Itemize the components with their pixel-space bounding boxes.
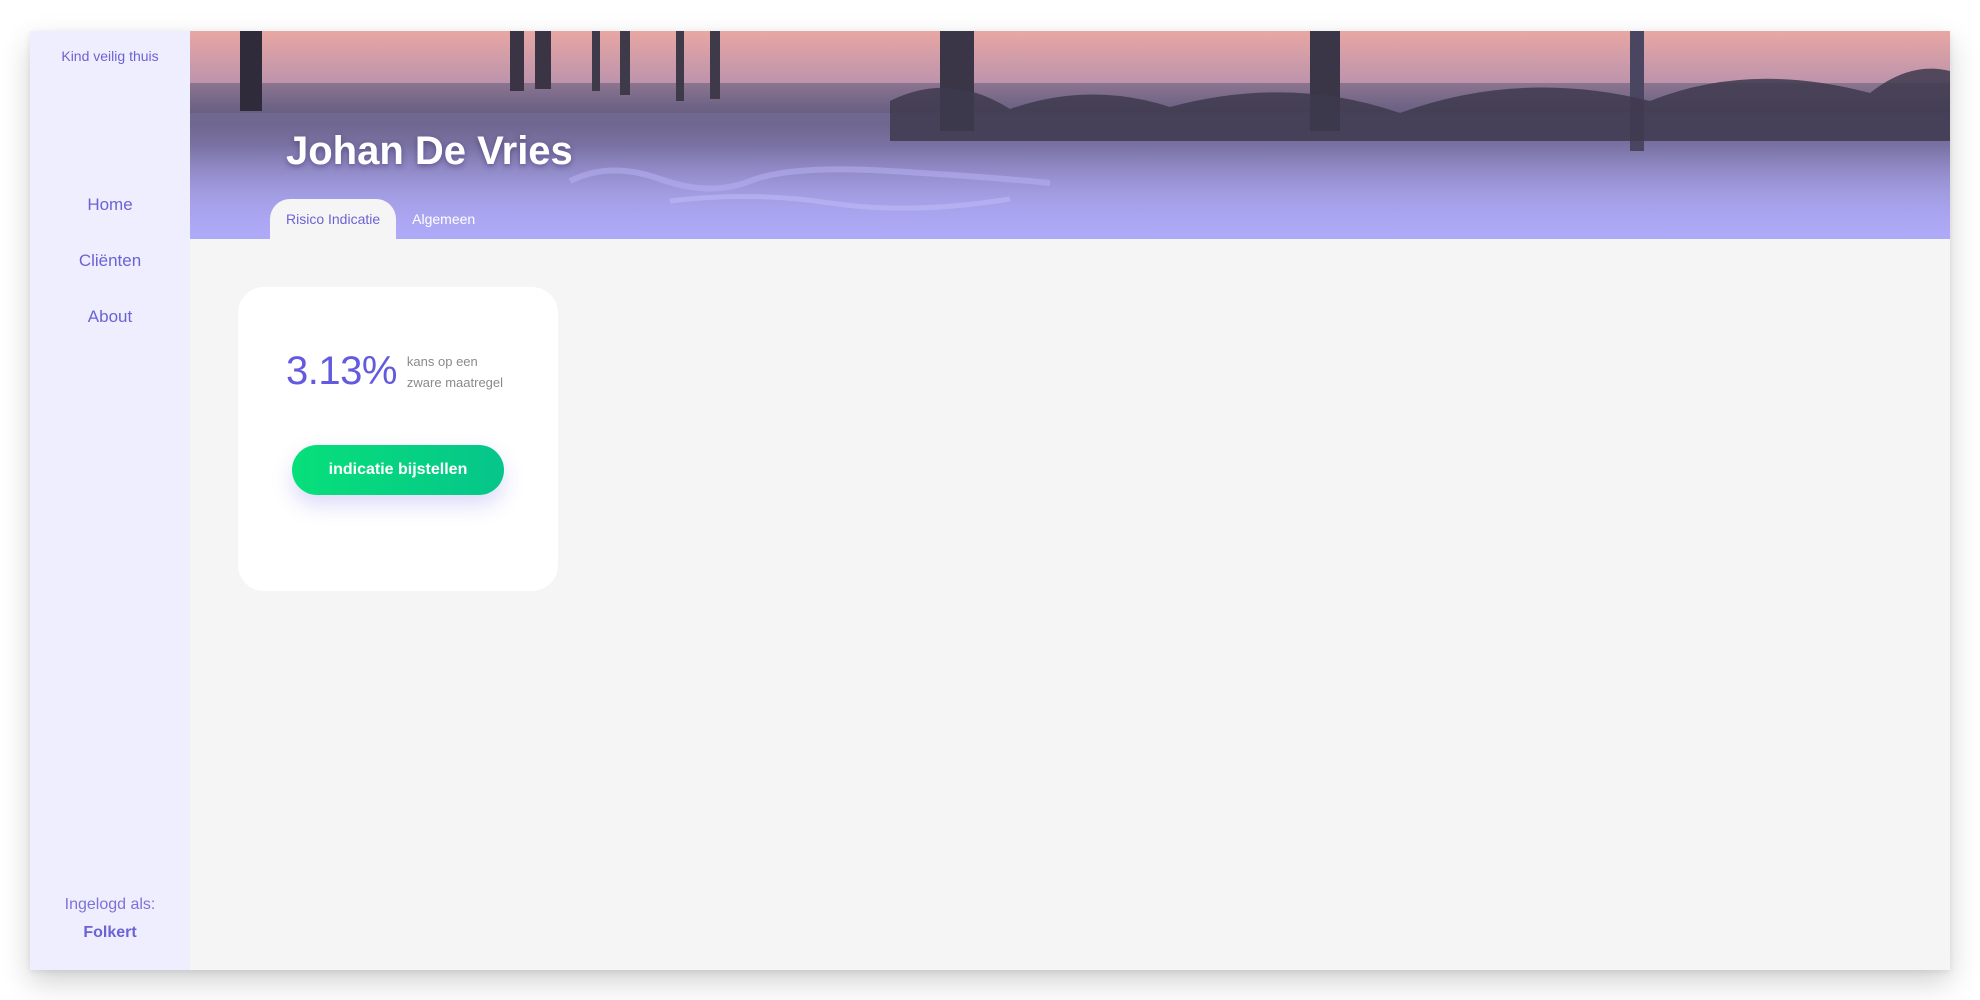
adjust-indication-button[interactable]: indicatie bijstellen — [292, 445, 504, 495]
login-label: Ingelogd als: — [64, 896, 156, 913]
client-name-title: Johan De Vries — [286, 129, 573, 173]
risk-description-line2: zware maatregel — [406, 374, 504, 390]
sidebar-item-about[interactable]: About — [30, 289, 190, 345]
brand-link[interactable]: Kind veilig thuis — [30, 48, 190, 64]
risk-stat: 3.13% kans op een zware maatregel — [286, 349, 527, 394]
login-info: Ingelogd als: Folkert — [30, 896, 190, 942]
risk-description-line1: kans op een — [406, 353, 478, 369]
sidebar-item-home[interactable]: Home — [30, 177, 190, 233]
hero-banner: Johan De Vries Risico Indicatie Algemeen — [190, 31, 1950, 239]
risk-percentage: 3.13% — [286, 349, 397, 393]
sidebar: Kind veilig thuis Home Cliënten About In… — [30, 31, 190, 970]
tab-algemeen[interactable]: Algemeen — [396, 199, 491, 239]
tab-bar: Risico Indicatie Algemeen — [270, 199, 491, 239]
risk-card: 3.13% kans op een zware maatregel indica… — [238, 287, 558, 591]
sidebar-item-clienten[interactable]: Cliënten — [30, 233, 190, 289]
app-window: Kind veilig thuis Home Cliënten About In… — [30, 31, 1950, 970]
tab-risico-indicatie[interactable]: Risico Indicatie — [270, 199, 397, 239]
risk-description: kans op een zware maatregel — [407, 351, 527, 393]
main-content: Johan De Vries Risico Indicatie Algemeen… — [190, 31, 1950, 970]
sidebar-nav: Home Cliënten About — [30, 177, 190, 345]
login-user: Folkert — [83, 924, 137, 941]
